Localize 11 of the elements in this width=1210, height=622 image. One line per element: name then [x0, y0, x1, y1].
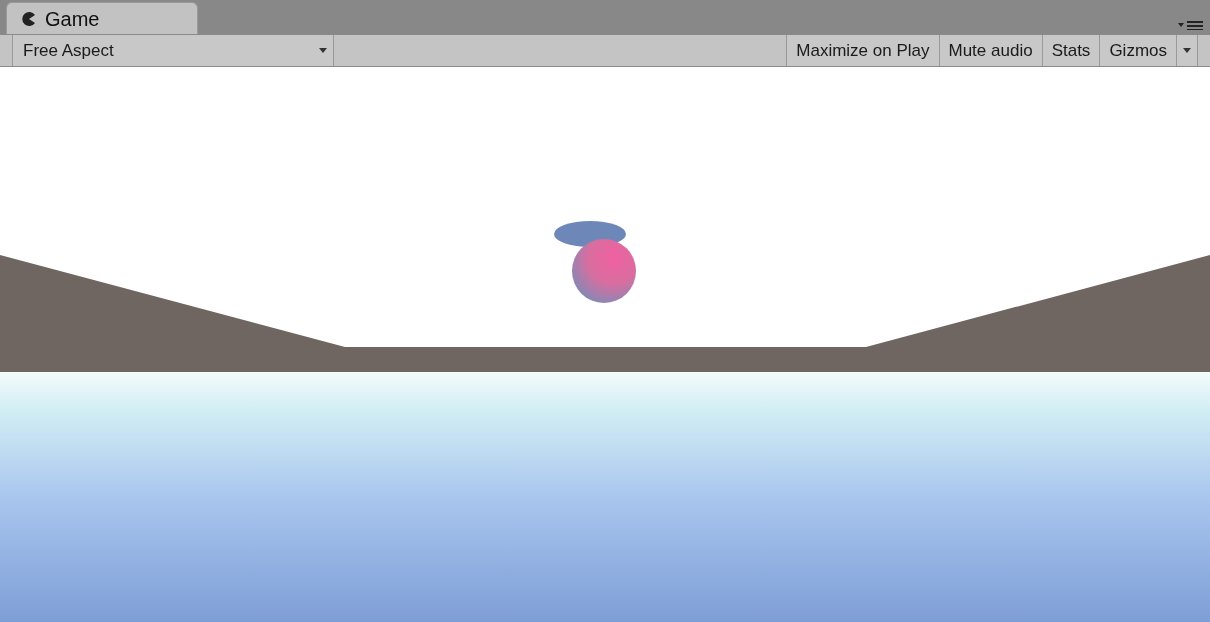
gizmos-dropdown-button[interactable]	[1176, 35, 1198, 66]
pacman-icon	[21, 10, 37, 27]
caret-icon	[319, 48, 327, 53]
toolbar-button[interactable]: Gizmos	[1099, 35, 1176, 66]
toolbar-button[interactable]: Mute audio	[938, 35, 1042, 66]
aspect-dropdown[interactable]: Free Aspect	[12, 35, 334, 66]
game-tab[interactable]: Game	[6, 2, 198, 34]
toolbar-button[interactable]: Maximize on Play	[786, 35, 939, 66]
toolbar-button[interactable]: Stats	[1041, 35, 1100, 66]
menu-icon[interactable]	[1178, 20, 1204, 30]
caret-icon	[1183, 48, 1191, 53]
